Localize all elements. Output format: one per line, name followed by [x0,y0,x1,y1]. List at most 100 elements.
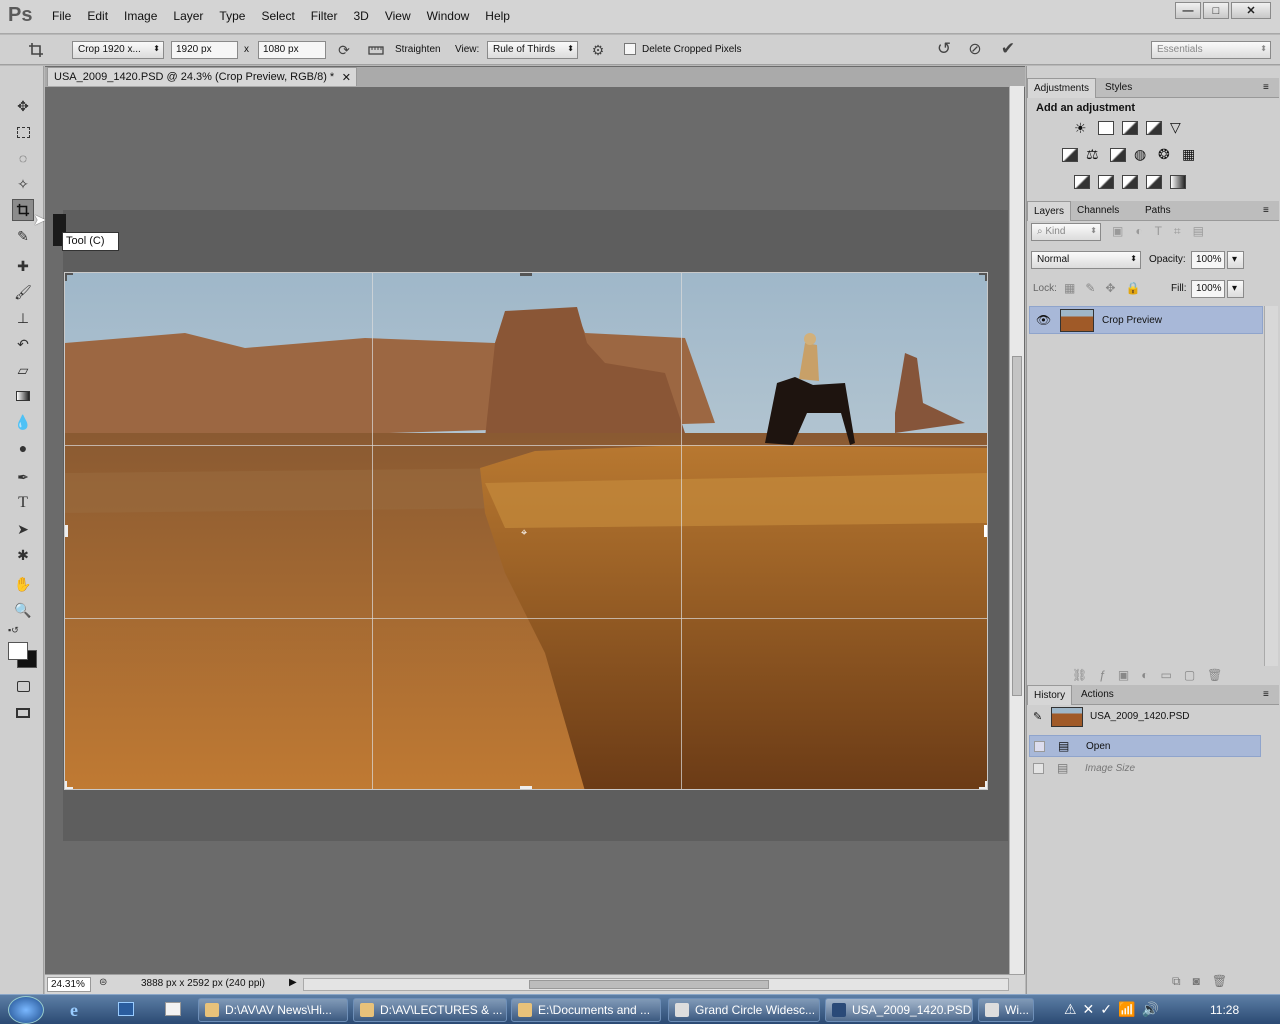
document-tab[interactable]: USA_2009_1420.PSD @ 24.3% (Crop Preview,… [47,67,357,86]
blur-tool-icon[interactable]: 💧 [12,411,34,433]
foreground-color-swatch[interactable] [8,642,28,660]
selective-color-icon[interactable] [1146,175,1162,189]
default-colors-icon[interactable]: ▪↺ [8,625,19,636]
layer-row[interactable]: 👁 Crop Preview [1029,306,1263,334]
straighten-button[interactable]: Straighten [395,44,441,55]
menu-3d[interactable]: 3D [345,9,376,23]
type-tool-icon[interactable]: T [12,492,34,514]
hand-tool-icon[interactable]: ✋ [12,573,34,595]
crop-handle-top-right[interactable] [979,273,987,281]
taskbar-button[interactable]: USA_2009_1420.PSD... [825,998,973,1022]
system-tray-icons[interactable]: ⚠✕✓📶🔊 [1064,1001,1165,1018]
tab-actions[interactable]: Actions [1075,685,1120,705]
history-item[interactable]: ▤ Image Size [1029,758,1261,780]
gradient-map-icon[interactable] [1170,175,1186,189]
tab-adjustments[interactable]: Adjustments [1027,78,1097,98]
gradient-tool-icon[interactable] [12,385,34,407]
crop-tool-preset-icon[interactable] [26,40,46,60]
menu-layer[interactable]: Layer [165,9,211,23]
lasso-tool-icon[interactable]: ◌ [12,147,34,169]
menu-image[interactable]: Image [116,9,165,23]
straighten-icon[interactable] [366,40,386,60]
eyedropper-tool-icon[interactable]: ✎ [12,225,34,247]
tab-history[interactable]: History [1027,685,1073,705]
custom-shape-tool-icon[interactable]: ✱ [12,544,34,566]
commit-crop-icon[interactable]: ✔ [998,39,1018,59]
vertical-scrollbar[interactable] [1009,86,1024,974]
menu-file[interactable]: File [44,9,79,23]
brightness-contrast-icon[interactable]: ☀ [1074,120,1087,137]
crop-preset-dropdown[interactable]: Crop 1920 x... ⬍ [72,41,164,59]
history-item[interactable]: ▤ Open [1029,735,1261,757]
start-button[interactable] [8,996,44,1024]
history-actions-icons[interactable]: ⧉◙🗑 [1172,974,1239,989]
crop-handle-top-left[interactable] [65,273,73,281]
view-overlay-dropdown[interactable]: Rule of Thirds ⬍ [487,41,578,59]
workspace-dropdown[interactable]: Essentials ⬍ [1151,41,1271,59]
crop-handle-bottom-right[interactable] [979,781,987,789]
tab-layers[interactable]: Layers [1027,201,1072,221]
layer-filter-icons[interactable]: ▣◐T⌗▤ [1112,224,1216,239]
history-checkbox[interactable] [1033,763,1044,774]
tab-channels[interactable]: Channels [1071,201,1125,221]
close-tab-icon[interactable]: ✕ [342,71,351,84]
status-menu-arrow-icon[interactable]: ▶ [289,977,297,988]
curves-icon[interactable] [1122,121,1138,135]
history-checkbox[interactable] [1034,741,1045,752]
eraser-tool-icon[interactable]: ▱ [12,359,34,381]
screen-mode-icon[interactable] [12,702,34,724]
menu-view[interactable]: View [377,9,419,23]
maximize-button[interactable]: □ [1203,2,1229,19]
history-snapshot-row[interactable]: ✎ USA_2009_1420.PSD [1029,706,1261,728]
crop-handle-top[interactable] [520,273,532,276]
layer-filter-kind-dropdown[interactable]: ⌕ Kind ⬍ [1031,223,1101,241]
history-brush-source-icon[interactable]: ✎ [1033,710,1042,723]
crop-handle-left[interactable] [65,525,68,537]
photo-filter-icon[interactable]: ◍ [1134,146,1146,163]
explorer-quicklaunch-icon[interactable] [118,1002,134,1016]
tab-styles[interactable]: Styles [1099,78,1138,98]
dodge-tool-icon[interactable]: ● [12,437,34,459]
layer-actions-icons[interactable]: ⛓ƒ▣◐▭▢🗑 [1072,668,1234,682]
history-brush-tool-icon[interactable]: ↶ [12,333,34,355]
marquee-tool-icon[interactable] [12,121,34,143]
threshold-icon[interactable] [1122,175,1138,189]
panel-menu-icon[interactable]: ≡ [1257,685,1275,705]
levels-icon[interactable] [1098,121,1114,135]
invert-icon[interactable] [1074,175,1090,189]
brush-tool-icon[interactable]: 🖌 [12,281,34,303]
pen-tool-icon[interactable]: ✒ [12,466,34,488]
swap-dimensions-icon[interactable]: ⟳ [334,40,354,60]
lock-icons[interactable]: ▦✎✥🔒 [1064,281,1150,295]
cancel-crop-icon[interactable]: ⊘ [965,39,985,59]
menu-window[interactable]: Window [419,9,478,23]
crop-handle-right[interactable] [984,525,987,537]
opacity-field[interactable]: 100% [1191,251,1225,269]
horizontal-scroll-thumb[interactable] [529,980,769,989]
crop-handle-bottom-left[interactable] [65,781,73,789]
menu-edit[interactable]: Edit [79,9,116,23]
crop-handle-bottom[interactable] [520,786,532,789]
vertical-scroll-thumb[interactable] [1012,356,1022,696]
crop-tool-icon[interactable] [12,199,34,221]
close-button[interactable]: ✕ [1231,2,1271,19]
menu-help[interactable]: Help [477,9,518,23]
menu-filter[interactable]: Filter [303,9,346,23]
spot-healing-tool-icon[interactable]: ✚ [12,255,34,277]
eye-icon[interactable]: 👁 [1036,313,1051,327]
color-lookup-icon[interactable]: ▦ [1182,146,1195,163]
clock[interactable]: 11:28 [1210,1003,1239,1017]
media-player-icon[interactable] [165,1002,181,1016]
taskbar-button[interactable]: Grand Circle Widesc... [668,998,820,1022]
status-icon[interactable]: ⊜ [99,977,107,988]
move-tool-icon[interactable]: ✥ [12,95,34,117]
channel-mixer-icon[interactable]: ❂ [1158,146,1170,163]
taskbar-button[interactable]: E:\Documents and ... [511,998,661,1022]
hue-saturation-icon[interactable] [1062,148,1078,162]
delete-cropped-checkbox[interactable] [624,43,636,55]
color-balance-icon[interactable]: ⚖ [1086,146,1099,163]
crop-preview-image[interactable]: ⌖ [64,272,988,790]
clone-stamp-tool-icon[interactable]: ⊥ [12,307,34,329]
panel-menu-icon[interactable]: ≡ [1257,201,1275,221]
opacity-slider-button[interactable]: ▾ [1227,251,1244,269]
